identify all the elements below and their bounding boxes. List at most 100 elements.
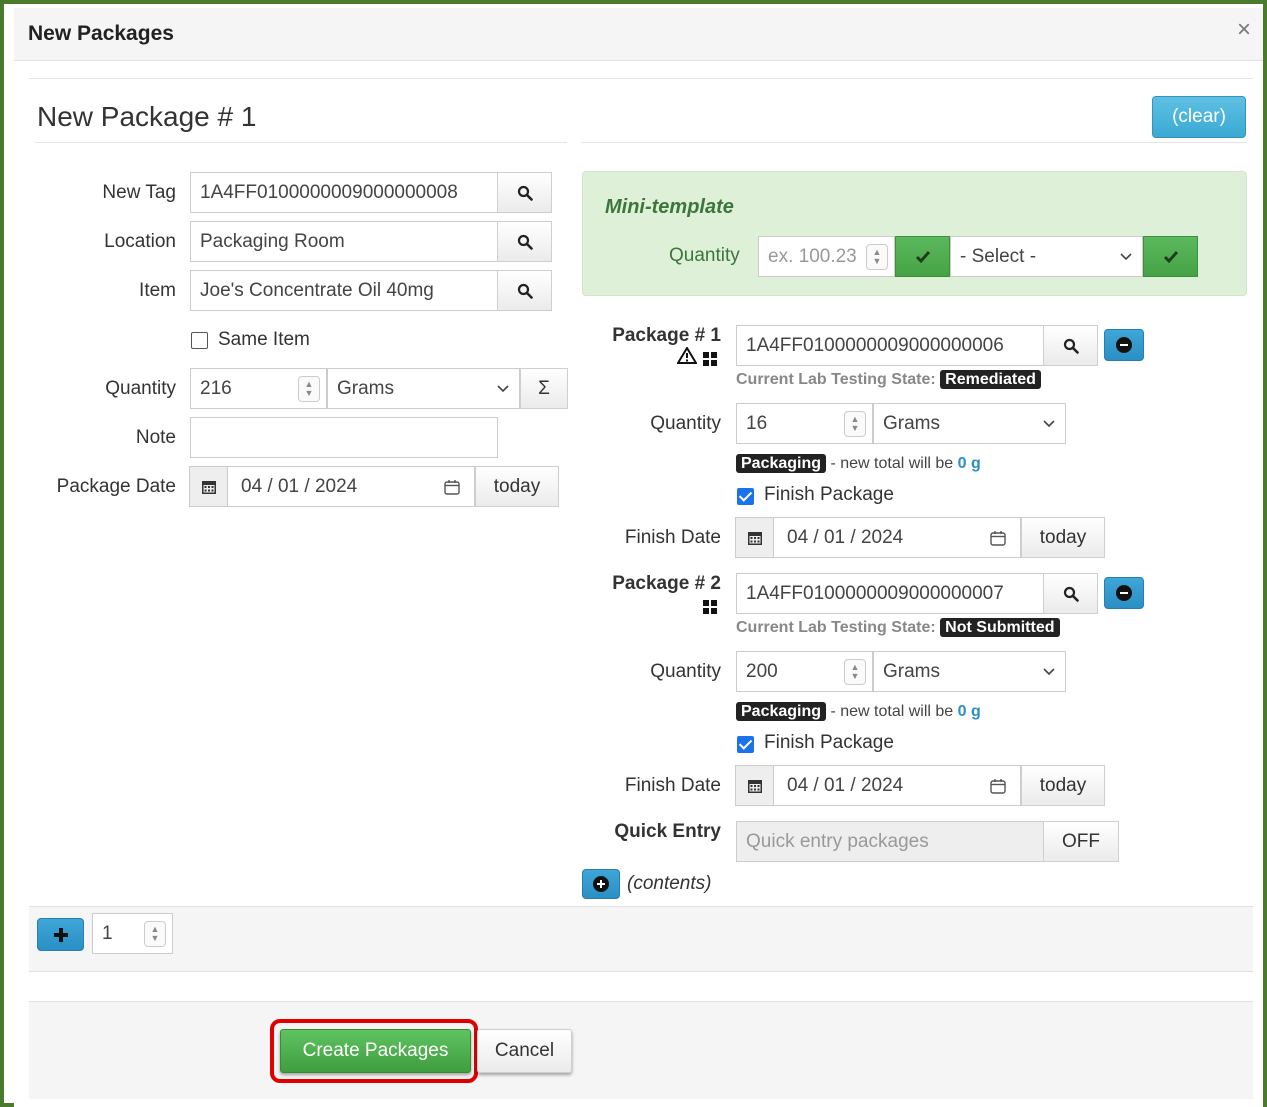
quantity-input[interactable]: 216 ▲ ▼ [190,368,327,409]
package-date-label: Package Date [56,476,176,497]
chevron-down-icon [1043,667,1055,675]
finish-date-1-input[interactable]: 04 / 01 / 2024 [773,517,1021,558]
date-picker-icon[interactable] [990,530,1006,546]
package-date-today-button[interactable]: today [475,466,559,507]
location-search-button[interactable] [497,221,552,262]
source-package-2-unit-select[interactable]: Grams [873,651,1066,692]
mini-template-unit-apply-button[interactable] [1143,236,1198,277]
calendar-icon [735,765,774,806]
mini-template-quantity-placeholder: ex. 100.23 [768,245,857,267]
stepper-icon[interactable]: ▲ ▼ [144,920,166,947]
check-icon [1163,250,1178,263]
lab-state-line: Current Lab Testing State: Not Submitted [736,618,1060,637]
package-date-value: 04 / 01 / 2024 [241,475,358,497]
source-package-1-quantity-label: Quantity [650,413,721,434]
finish-date-1-today-button[interactable]: today [1021,517,1105,558]
finish-date-2-value: 04 / 01 / 2024 [787,774,904,796]
mini-template-title: Mini-template [605,196,734,218]
sum-button[interactable]: Σ [520,368,568,409]
cancel-button[interactable]: Cancel [477,1029,572,1073]
new-tag-search-button[interactable] [497,172,552,213]
unit-select[interactable]: Grams [327,368,520,409]
source-package-2-quantity-label: Quantity [650,661,721,682]
quick-entry-input[interactable]: Quick entry packages [736,821,1044,862]
package-date-input[interactable]: 04 / 01 / 2024 [227,466,475,507]
finish-date-2-input[interactable]: 04 / 01 / 2024 [773,765,1021,806]
mini-template-quantity-input[interactable]: ex. 100.23 ▲ ▼ [758,236,895,277]
quick-entry-toggle[interactable]: OFF [1043,821,1119,862]
source-package-1-search-button[interactable] [1043,325,1098,366]
lab-state-label: Current Lab Testing State: [736,371,936,388]
contents-add-button[interactable] [582,869,620,899]
search-icon [517,283,533,299]
source-package-2-unit-value: Grams [883,660,940,682]
item-search-button[interactable] [497,270,552,311]
mini-template-quantity-label: Quantity [669,245,740,266]
add-count-input[interactable]: 1 ▲ ▼ [92,913,173,954]
add-package-bar: 1 ▲ ▼ [29,906,1253,972]
dialog-title: New Packages [28,22,174,45]
source-package-1-unit-select[interactable]: Grams [873,403,1066,444]
grid-icon [703,598,717,620]
chevron-down-icon [1120,252,1132,260]
stepper-icon[interactable]: ▲ ▼ [844,658,866,685]
remove-package-2-button[interactable] [1104,577,1144,609]
lab-state-badge: Not Submitted [940,618,1060,637]
finish-date-2-today-button[interactable]: today [1021,765,1105,806]
source-package-2-quantity-input[interactable]: 200 ▲ ▼ [736,651,873,692]
packaging-badge: Packaging [736,702,827,721]
plus-icon [53,927,68,942]
source-package-2-search-button[interactable] [1043,573,1098,614]
finish-package-2-checkbox[interactable] [737,736,754,753]
dialog-footer: Create Packages Cancel [29,1001,1253,1099]
minus-circle-icon [1116,585,1132,601]
finish-package-1-checkbox[interactable] [737,488,754,505]
location-input[interactable]: Packaging Room [190,221,498,262]
item-label: Item [139,280,176,301]
divider [29,78,1253,79]
search-icon [517,234,533,250]
same-item-checkbox[interactable] [191,332,208,349]
source-package-1-quantity-input[interactable]: 16 ▲ ▼ [736,403,873,444]
lab-state-line: Current Lab Testing State: Remediated [736,370,1041,389]
new-total-line: Packaging - new total will be 0 g [736,702,981,721]
clear-button[interactable]: (clear) [1152,96,1246,138]
note-input[interactable] [190,417,498,458]
unit-value: Grams [337,377,394,399]
lab-state-badge: Remediated [940,370,1041,389]
source-package-2-label: Package # 2 [612,573,721,594]
new-total-value: 0 g [957,703,981,720]
source-package-1-unit-value: Grams [883,412,940,434]
source-package-2-tag-input[interactable]: 1A4FF0100000009000000007 [736,573,1044,614]
chevron-down-icon [1043,419,1055,427]
date-picker-icon[interactable] [990,778,1006,794]
lab-state-label: Current Lab Testing State: [736,619,936,636]
new-total-text: - new total will be [830,455,954,472]
same-item-label: Same Item [218,329,310,350]
stepper-icon[interactable]: ▲ ▼ [866,243,888,270]
stepper-icon[interactable]: ▲ ▼ [298,375,320,402]
packaging-badge: Packaging [736,454,827,473]
new-total-value: 0 g [957,455,981,472]
create-packages-button[interactable]: Create Packages [280,1029,471,1073]
search-icon [517,185,533,201]
remove-package-1-button[interactable] [1104,329,1144,361]
check-icon [915,250,930,263]
mini-template-quantity-apply-button[interactable] [895,236,950,277]
new-total-line: Packaging - new total will be 0 g [736,454,981,473]
quick-entry-label: Quick Entry [614,821,721,842]
date-picker-icon[interactable] [444,479,460,495]
add-package-button[interactable] [37,918,84,951]
new-tag-input[interactable]: 1A4FF0100000009000000008 [190,172,498,213]
source-package-1-tag-input[interactable]: 1A4FF0100000009000000006 [736,325,1044,366]
source-package-2-quantity-value: 200 [746,660,778,682]
mini-template-unit-select[interactable]: - Select - [950,236,1143,277]
grid-icon [703,350,717,372]
quantity-value: 216 [200,377,232,399]
item-input[interactable]: Joe's Concentrate Oil 40mg [190,270,498,311]
stepper-icon[interactable]: ▲ ▼ [844,410,866,437]
close-icon[interactable]: × [1237,18,1251,42]
source-package-1-quantity-value: 16 [746,412,768,434]
warning-icon [676,346,698,370]
divider [582,142,1247,143]
